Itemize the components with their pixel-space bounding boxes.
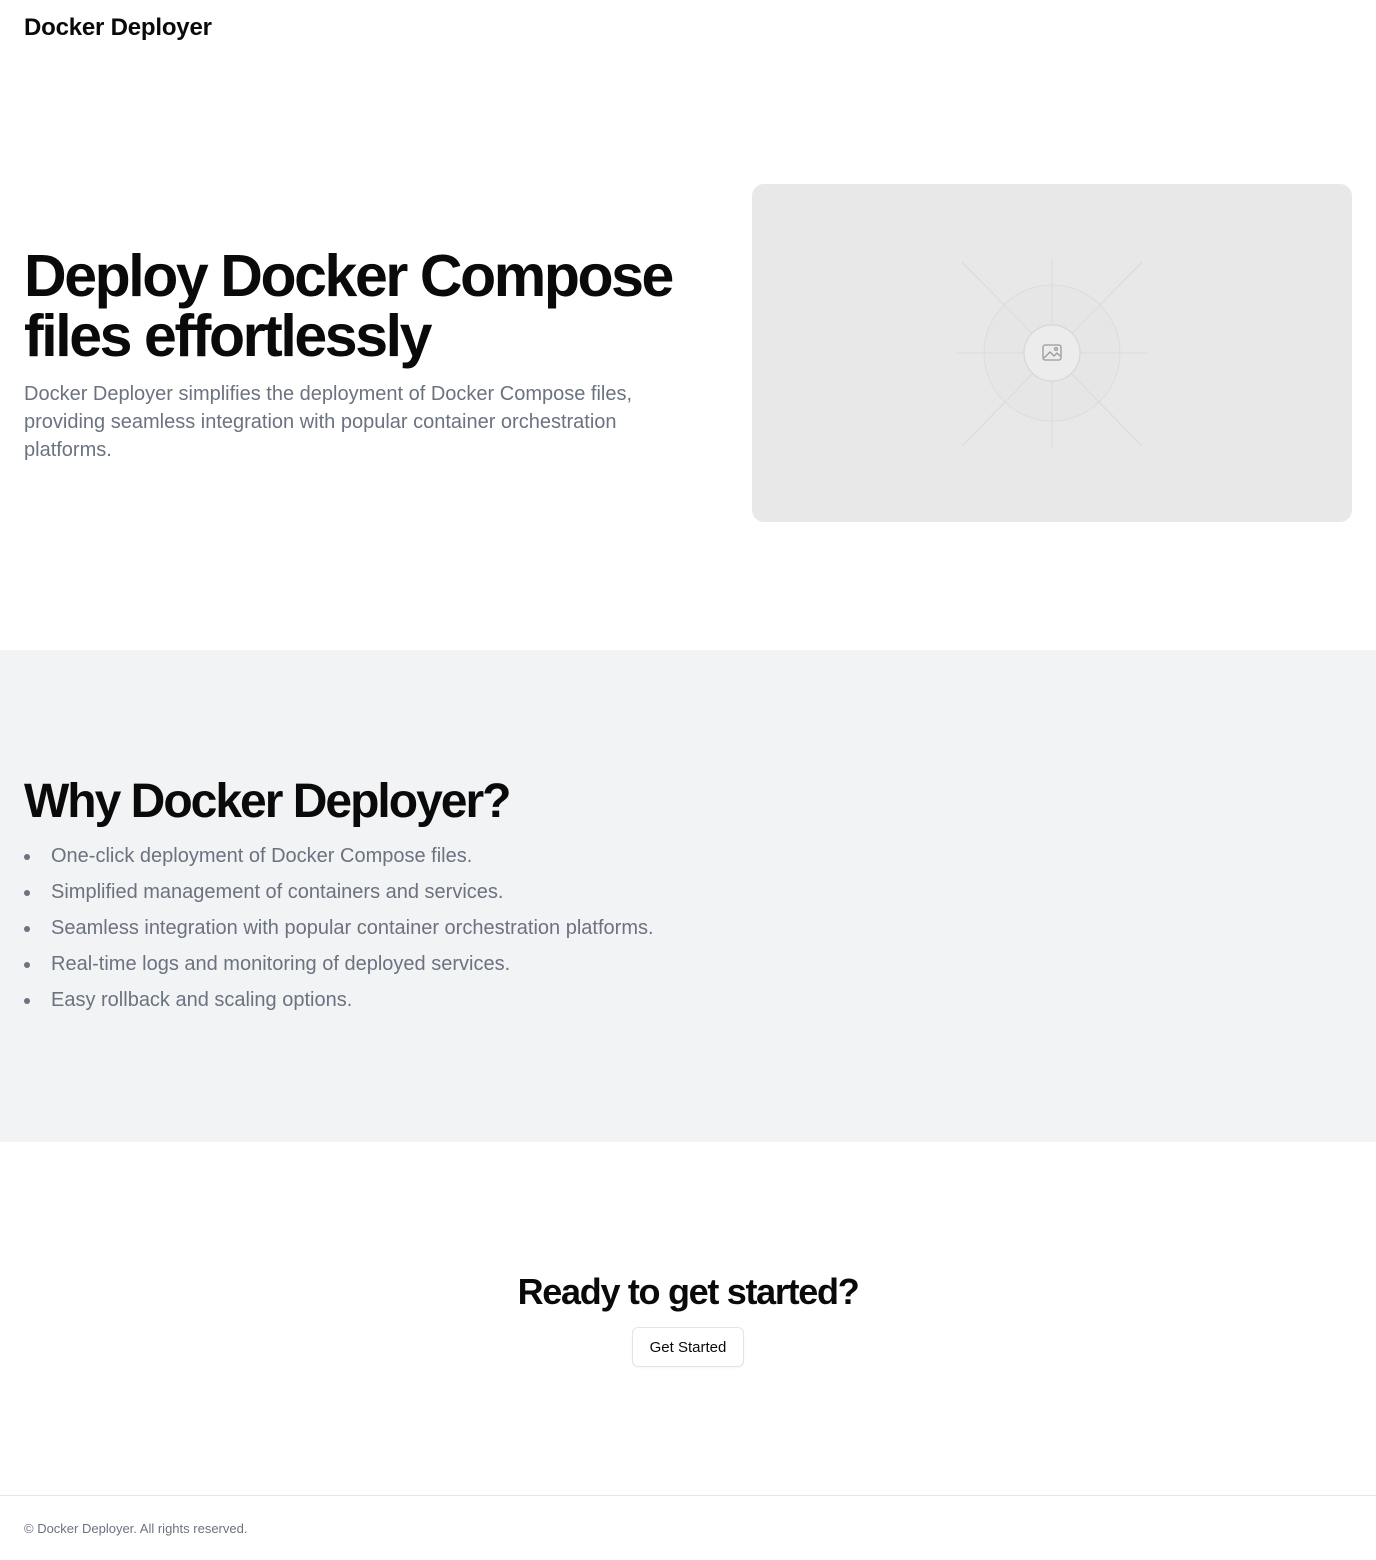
feature-item: One-click deployment of Docker Compose f…: [24, 840, 654, 876]
cta-title: Ready to get started?: [517, 1271, 860, 1312]
feature-item: Seamless integration with popular contai…: [24, 912, 654, 948]
feature-item: Simplified management of containers and …: [24, 876, 654, 912]
feature-item: Easy rollback and scaling options.: [24, 984, 654, 1020]
cta-section: Ready to get started? Get Started: [0, 1142, 1376, 1495]
hero-title: Deploy Docker Compose files effortlessly: [24, 243, 674, 369]
features-title: Why Docker Deployer?: [24, 775, 511, 828]
brand-link[interactable]: Docker Deployer: [24, 14, 212, 42]
site-header: Docker Deployer: [0, 0, 1376, 56]
feature-item: Real-time logs and monitoring of deploye…: [24, 948, 654, 984]
hero-text: Deploy Docker Compose files effortlessly…: [24, 246, 724, 464]
copyright-text: © Docker Deployer. All rights reserved.: [24, 1520, 248, 1536]
hero-image-placeholder: [752, 184, 1352, 522]
features-list: One-click deployment of Docker Compose f…: [24, 840, 654, 1020]
get-started-button[interactable]: Get Started: [632, 1327, 744, 1367]
site-footer: © Docker Deployer. All rights reserved.: [0, 1495, 1376, 1560]
image-placeholder-icon: [956, 258, 1148, 448]
hero-section: Deploy Docker Compose files effortlessly…: [0, 56, 1376, 650]
features-section: Why Docker Deployer? One-click deploymen…: [0, 650, 1376, 1142]
hero-subtitle: Docker Deployer simplifies the deploymen…: [24, 383, 633, 461]
